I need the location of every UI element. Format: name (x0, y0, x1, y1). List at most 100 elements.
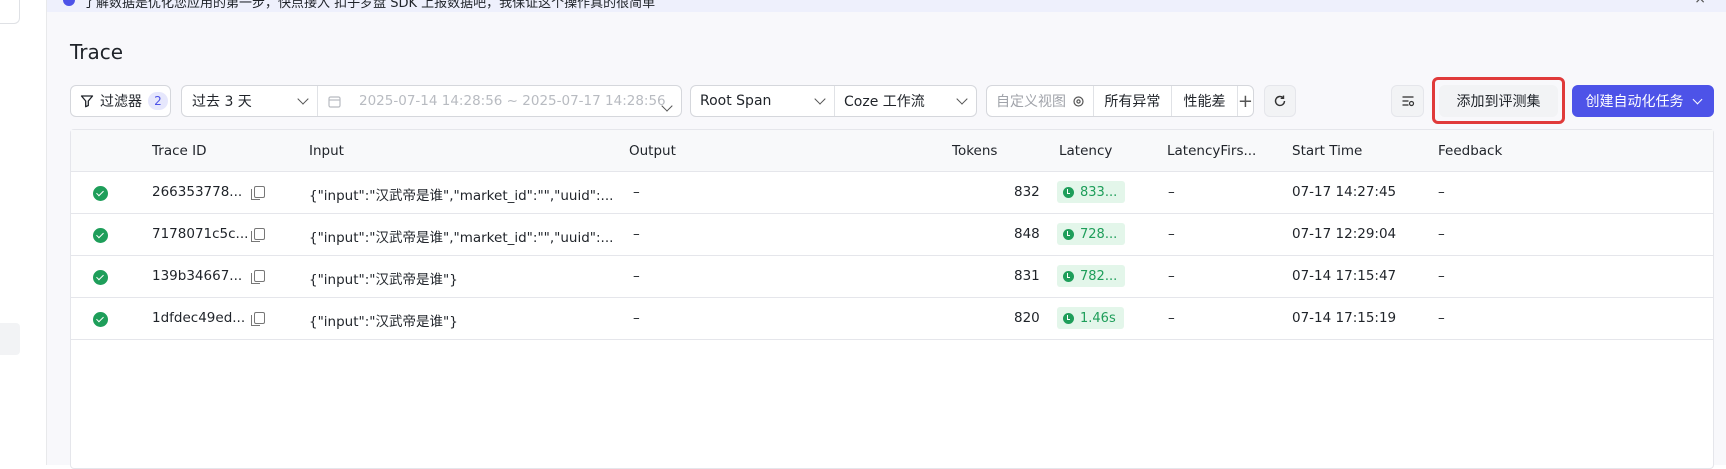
start-time-cell: 07-14 17:15:47 (1292, 268, 1397, 284)
left-sidebar (0, 0, 47, 465)
tokens-cell: 820 (1014, 310, 1040, 326)
notice-banner: 了解数据是优化您应用的第一步，快点接入 扣子罗盘 SDK 上报数据吧，我保证这个… (47, 0, 1726, 12)
input-cell: {"input":"汉武帝是谁","market_id":"","uuid":.… (309, 188, 614, 204)
copy-icon[interactable] (251, 186, 265, 200)
latency-badge: 782... (1057, 265, 1126, 287)
date-range-value: 2025-07-14 14:28:56 ~ 2025-07-17 14:28:5… (359, 93, 666, 109)
create-task-label: 创建自动化任务 (1585, 94, 1684, 110)
create-automation-task-button[interactable]: 创建自动化任务 (1572, 85, 1714, 117)
latency-badge: 833... (1057, 181, 1126, 203)
page-title: Trace (70, 40, 124, 64)
latency-first-cell: – (1168, 310, 1175, 326)
output-cell: – (633, 184, 640, 200)
input-cell: {"input":"汉武帝是谁"} (309, 314, 458, 330)
trace-id: 1dfdec49ed... (152, 310, 246, 326)
close-icon[interactable]: × (1694, 0, 1706, 7)
check-circle-icon (93, 186, 108, 201)
filter-button[interactable]: 过滤器 2 (70, 85, 171, 117)
copy-icon[interactable] (251, 228, 265, 242)
date-range-picker[interactable]: 2025-07-14 14:28:56 ~ 2025-07-17 14:28:5… (318, 93, 681, 112)
latency-value: 833... (1080, 184, 1118, 200)
filter-label: 过滤器 (100, 94, 142, 110)
input-cell: {"input":"汉武帝是谁","market_id":"","uuid":.… (309, 230, 614, 246)
chevron-down-icon (1692, 94, 1702, 104)
calendar-icon (328, 95, 341, 108)
col-latency[interactable]: Latency (1059, 143, 1112, 159)
platform-select[interactable]: Coze 工作流 (835, 86, 976, 116)
col-trace-id[interactable]: Trace ID (152, 143, 206, 159)
start-time-cell: 07-17 14:27:45 (1292, 184, 1397, 200)
tokens-cell: 848 (1014, 226, 1040, 242)
latency-badge: 1.46s (1057, 307, 1124, 329)
view-all-errors[interactable]: 所有异常 (1094, 86, 1173, 116)
trace-id: 139b34667... (152, 268, 243, 284)
col-feedback[interactable]: Feedback (1438, 143, 1502, 159)
clock-icon (1063, 270, 1074, 282)
time-range-value: 过去 3 天 (192, 94, 252, 110)
feedback-cell: – (1438, 268, 1445, 284)
table-row[interactable]: 7178071c5c... {"input":"汉武帝是谁","market_i… (71, 214, 1713, 256)
col-latency-first[interactable]: LatencyFirs... (1167, 143, 1256, 159)
output-cell: – (633, 268, 640, 284)
highlight-box (1432, 77, 1565, 124)
trace-table: Trace ID Input Output Tokens Latency Lat… (70, 129, 1714, 469)
latency-badge: 728... (1057, 223, 1126, 245)
copy-icon[interactable] (251, 270, 265, 284)
input-cell: {"input":"汉武帝是谁"} (309, 272, 458, 288)
filter-count-badge: 2 (148, 92, 168, 110)
clock-icon (1063, 228, 1074, 240)
sidebar-active-item[interactable] (0, 323, 20, 355)
date-range-group: 过去 3 天 2025-07-14 14:28:56 ~ 2025-07-17 … (181, 85, 682, 117)
custom-view-label: 自定义视图 (996, 94, 1066, 110)
col-tokens[interactable]: Tokens (952, 143, 997, 159)
check-circle-icon (93, 270, 108, 285)
table-row[interactable]: 1dfdec49ed... {"input":"汉武帝是谁"} – 820 1.… (71, 298, 1713, 340)
add-view-button[interactable]: + (1238, 91, 1253, 112)
info-icon (63, 0, 75, 6)
filter-icon (80, 95, 94, 108)
tokens-cell: 832 (1014, 184, 1040, 200)
span-type-select[interactable]: Root Span (691, 86, 835, 116)
clock-icon (1063, 186, 1074, 198)
columns-icon (1402, 96, 1414, 107)
trace-id: 7178071c5c... (152, 226, 249, 242)
output-cell: – (633, 226, 640, 242)
latency-first-cell: – (1168, 226, 1175, 242)
chevron-down-icon (297, 93, 309, 105)
latency-value: 728... (1080, 226, 1118, 242)
chevron-down-icon (956, 93, 968, 105)
feedback-cell: – (1438, 310, 1445, 326)
start-time-cell: 07-17 12:29:04 (1292, 226, 1397, 242)
refresh-button[interactable] (1264, 85, 1296, 117)
platform-value: Coze 工作流 (844, 94, 925, 110)
refresh-icon (1274, 95, 1286, 107)
start-time-cell: 07-14 17:15:19 (1292, 310, 1397, 326)
table-row[interactable]: 139b34667... {"input":"汉武帝是谁"} – 831 782… (71, 256, 1713, 298)
sidebar-toggle[interactable] (0, 0, 20, 24)
output-cell: – (633, 310, 640, 326)
span-type-value: Root Span (700, 93, 772, 109)
check-circle-icon (93, 228, 108, 243)
view-slow[interactable]: 性能差 (1172, 86, 1238, 116)
tokens-cell: 831 (1014, 268, 1040, 284)
col-input[interactable]: Input (309, 143, 344, 159)
feedback-cell: – (1438, 184, 1445, 200)
col-output[interactable]: Output (629, 143, 676, 159)
span-filter-group: Root Span Coze 工作流 (690, 85, 977, 117)
notice-text: 了解数据是优化您应用的第一步，快点接入 扣子罗盘 SDK 上报数据吧，我保证这个… (83, 0, 656, 11)
view-group: 自定义视图 所有异常 性能差 + (986, 85, 1254, 117)
trace-id: 266353778... (152, 184, 243, 200)
copy-icon[interactable] (251, 312, 265, 326)
check-circle-icon (93, 312, 108, 327)
latency-value: 782... (1080, 268, 1118, 284)
col-start-time[interactable]: Start Time (1292, 143, 1362, 159)
clock-icon (1063, 312, 1074, 324)
time-range-select[interactable]: 过去 3 天 (182, 86, 318, 116)
latency-first-cell: – (1168, 184, 1175, 200)
custom-view-button[interactable]: 自定义视图 (987, 86, 1094, 116)
column-settings-button[interactable] (1391, 85, 1424, 117)
main-area: 了解数据是优化您应用的第一步，快点接入 扣子罗盘 SDK 上报数据吧，我保证这个… (47, 0, 1726, 469)
latency-first-cell: – (1168, 268, 1175, 284)
table-header: Trace ID Input Output Tokens Latency Lat… (71, 130, 1713, 172)
table-row[interactable]: 266353778... {"input":"汉武帝是谁","market_id… (71, 172, 1713, 214)
